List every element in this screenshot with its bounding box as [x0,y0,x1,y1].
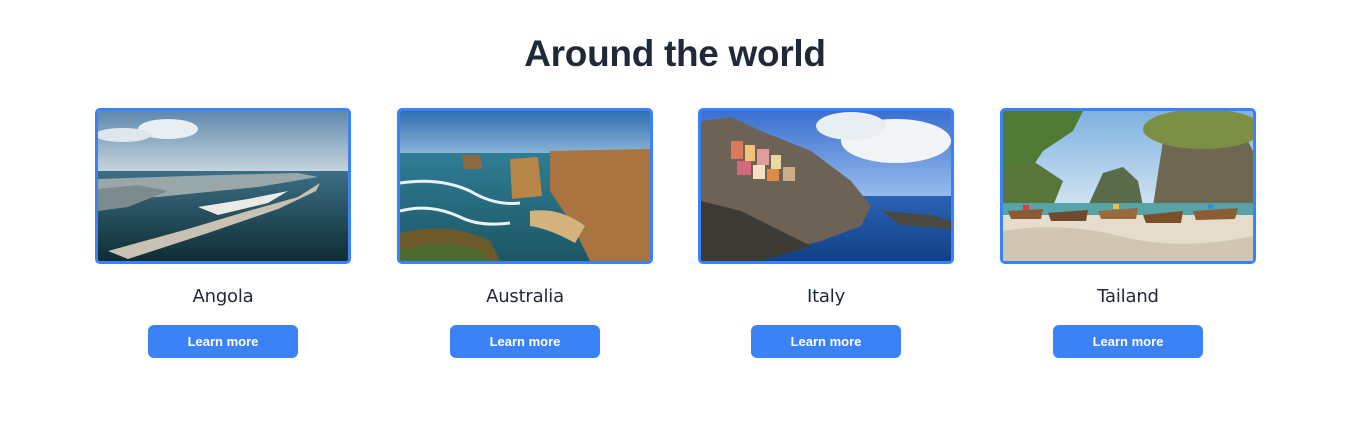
section-title: Around the world [524,33,826,74]
destination-name: Angola [192,286,254,307]
destination-card-australia: Australia Learn more [397,108,653,360]
sea-stack-cliffs-image [400,111,650,261]
destination-photo-italy [698,108,954,264]
learn-more-button-tailand[interactable]: Learn more [1053,325,1203,358]
destination-photo-tailand [1000,108,1256,264]
destinations-section: Around the world Angola Learn more Austr… [0,0,1350,429]
destination-name: Italy [806,286,846,307]
learn-more-button-angola[interactable]: Learn more [148,325,298,358]
learn-more-button-australia[interactable]: Learn more [450,325,600,358]
beach-longtail-boats-image [1003,111,1253,261]
destination-card-angola: Angola Learn more [95,108,351,360]
destination-name: Tailand [1097,286,1159,307]
coastal-city-peninsula-image [98,111,348,261]
destination-card-italy: Italy Learn more [698,108,954,360]
destination-photo-angola [95,108,351,264]
destination-card-tailand: Tailand Learn more [1000,108,1256,360]
destination-name: Australia [486,286,564,307]
learn-more-button-italy[interactable]: Learn more [751,325,901,358]
destination-photo-australia [397,108,653,264]
cliffside-village-image [701,111,951,261]
